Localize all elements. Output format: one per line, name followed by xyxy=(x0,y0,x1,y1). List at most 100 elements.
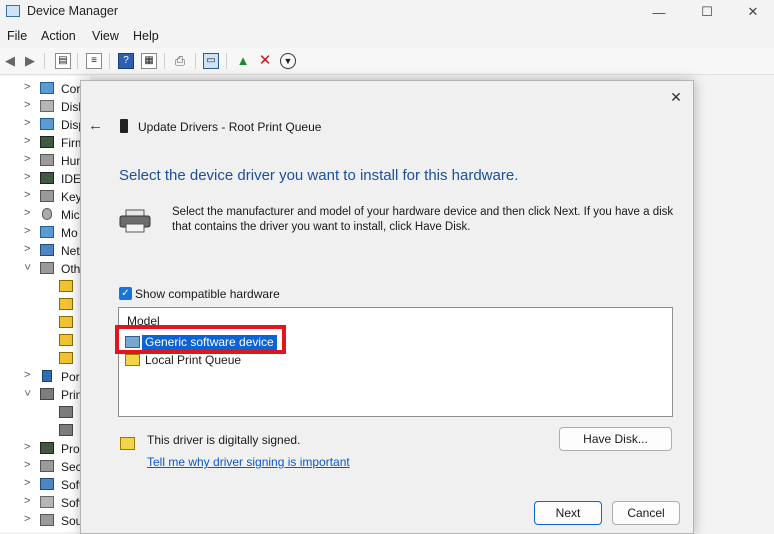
uninstall-device-icon[interactable]: ✕ xyxy=(257,53,273,69)
title-bar: Device Manager — ☐ ✕ xyxy=(0,0,774,24)
tree-item[interactable]: > Pro xyxy=(0,440,90,458)
chip-icon xyxy=(40,172,54,184)
tree-item[interactable]: > Soft xyxy=(0,476,90,494)
monitor-icon xyxy=(40,82,54,94)
chevron-right-icon[interactable]: > xyxy=(24,81,30,93)
chevron-right-icon[interactable]: > xyxy=(24,117,30,129)
dialog-close-button[interactable]: ✕ xyxy=(665,87,687,107)
other-devices-icon xyxy=(40,262,54,274)
menu-action[interactable]: Action xyxy=(41,29,76,43)
tree-item[interactable]: > Sec xyxy=(0,458,90,476)
warning-device-icon xyxy=(59,298,73,310)
print-queue-icon xyxy=(120,119,128,133)
tree-child[interactable] xyxy=(0,422,90,440)
tree-item[interactable]: > Disp xyxy=(0,116,90,134)
processor-icon xyxy=(40,442,54,454)
tree-item[interactable]: > Oth xyxy=(0,260,90,278)
checkbox-checked-icon[interactable]: ✓ xyxy=(119,287,132,300)
tree-item[interactable]: > Net xyxy=(0,242,90,260)
scan-hardware-icon[interactable]: ▭ xyxy=(203,53,219,69)
keyboard-icon xyxy=(40,190,54,202)
chevron-right-icon[interactable]: > xyxy=(24,189,30,201)
warning-device-icon xyxy=(59,280,73,292)
cancel-button[interactable]: Cancel xyxy=(612,501,680,525)
chevron-right-icon[interactable]: > xyxy=(24,207,30,219)
close-window-button[interactable]: ✕ xyxy=(730,0,774,24)
model-listbox[interactable]: Model Generic software device Local Prin… xyxy=(118,307,673,417)
dialog-title: Update Drivers - Root Print Queue xyxy=(138,120,322,134)
print-icon[interactable]: ⎙ xyxy=(172,53,188,69)
menu-bar: File Action View Help xyxy=(0,26,774,48)
chevron-right-icon[interactable]: > xyxy=(24,369,30,381)
warning-device-icon xyxy=(59,316,73,328)
menu-file[interactable]: File xyxy=(7,29,27,43)
tree-child[interactable] xyxy=(0,332,90,350)
next-button[interactable]: Next xyxy=(534,501,602,525)
back-arrow-icon[interactable]: ◀ xyxy=(2,53,18,69)
driver-signing-link[interactable]: Tell me why driver signing is important xyxy=(147,455,350,469)
resources-icon[interactable]: ▦ xyxy=(141,53,157,69)
tree-item[interactable]: > Hum xyxy=(0,152,90,170)
chevron-right-icon[interactable]: > xyxy=(24,477,30,489)
tree-item[interactable]: > Key xyxy=(0,188,90,206)
chevron-right-icon[interactable]: > xyxy=(24,459,30,471)
printer-icon xyxy=(119,209,151,233)
tree-item[interactable]: > Firm xyxy=(0,134,90,152)
security-icon xyxy=(40,460,54,472)
update-driver-icon[interactable]: ▲ xyxy=(235,53,251,69)
menu-help[interactable]: Help xyxy=(133,29,159,43)
tree-item[interactable]: > Mo xyxy=(0,224,90,242)
tree-item[interactable]: > Disk xyxy=(0,98,90,116)
printer-icon xyxy=(40,388,54,400)
tree-item[interactable]: > Prin xyxy=(0,386,90,404)
chevron-right-icon[interactable]: > xyxy=(24,243,30,255)
tree-child[interactable] xyxy=(0,296,90,314)
tree-child[interactable] xyxy=(0,278,90,296)
properties-icon[interactable]: ▤ xyxy=(55,53,71,69)
tree-item[interactable]: > Mic xyxy=(0,206,90,224)
tree-child[interactable] xyxy=(0,404,90,422)
toolbar-separator xyxy=(164,53,165,69)
chevron-down-icon[interactable]: > xyxy=(21,390,33,396)
chevron-right-icon[interactable]: > xyxy=(24,135,30,147)
chevron-right-icon[interactable]: > xyxy=(24,495,30,507)
toolbar-separator xyxy=(195,53,196,69)
network-icon xyxy=(40,244,54,256)
tree-item[interactable]: > Cor xyxy=(0,80,90,98)
chevron-right-icon[interactable]: > xyxy=(24,225,30,237)
signed-status-text: This driver is digitally signed. xyxy=(147,433,301,447)
software-component-icon xyxy=(40,478,54,490)
forward-arrow-icon[interactable]: ▶ xyxy=(22,53,38,69)
help-icon[interactable]: ? xyxy=(118,53,134,69)
tree-item[interactable]: > Por xyxy=(0,368,90,386)
dialog-description: Select the manufacturer and model of you… xyxy=(172,206,674,233)
chevron-right-icon[interactable]: > xyxy=(24,441,30,453)
printer-icon xyxy=(59,424,73,436)
mouse-icon xyxy=(42,208,52,220)
update-drivers-dialog: ✕ ← Update Drivers - Root Print Queue Se… xyxy=(80,80,694,534)
chevron-down-icon[interactable]: > xyxy=(21,264,33,270)
chevron-right-icon[interactable]: > xyxy=(24,513,30,525)
tree-child[interactable] xyxy=(0,314,90,332)
toolbar-separator xyxy=(44,53,45,69)
dialog-heading: Select the device driver you want to ins… xyxy=(119,167,519,184)
chevron-right-icon[interactable]: > xyxy=(24,99,30,111)
list-view-icon[interactable]: ≡ xyxy=(86,53,102,69)
tree-item[interactable]: > IDE xyxy=(0,170,90,188)
maximize-button[interactable]: ☐ xyxy=(684,0,730,24)
printer-icon xyxy=(59,406,73,418)
device-tree: > Cor > Disk > Disp > Firm > Hum > IDE > Key > M… xyxy=(0,76,90,532)
window-title: Device Manager xyxy=(27,4,119,18)
disable-device-icon[interactable]: ▼ xyxy=(280,53,296,69)
keyboard-icon xyxy=(40,154,54,166)
menu-view[interactable]: View xyxy=(92,29,119,43)
display-adapter-icon xyxy=(40,118,54,130)
tree-child[interactable] xyxy=(0,350,90,368)
tree-item[interactable]: > Sou xyxy=(0,512,90,530)
back-button[interactable]: ← xyxy=(88,117,103,134)
minimize-button[interactable]: — xyxy=(636,0,682,24)
tree-item[interactable]: > Soft xyxy=(0,494,90,512)
have-disk-button[interactable]: Have Disk... xyxy=(559,427,672,451)
chevron-right-icon[interactable]: > xyxy=(24,153,30,165)
chevron-right-icon[interactable]: > xyxy=(24,171,30,183)
